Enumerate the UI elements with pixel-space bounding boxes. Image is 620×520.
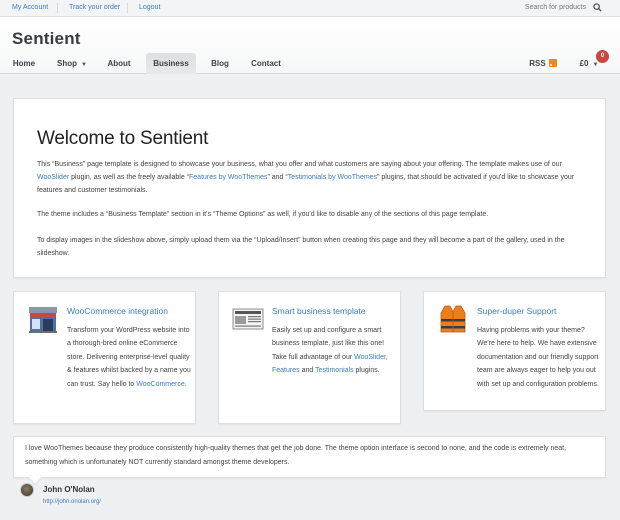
nav-home[interactable]: Home (6, 53, 42, 74)
storefront-icon (29, 307, 57, 333)
feature-card: Smart business template Easily set up an… (218, 291, 401, 424)
nav-label: About (107, 59, 131, 68)
product-search-input[interactable]: Search for products (525, 4, 586, 11)
feature-text: plugins. (353, 367, 380, 375)
page-title: Welcome to Sentient (37, 128, 209, 149)
avatar (20, 483, 34, 497)
nav-label: Home (12, 59, 36, 68)
welcome-panel: Welcome to Sentient This “Business” page… (13, 98, 606, 278)
top-utility-bar: My Account Track your order Logout Searc… (0, 0, 620, 17)
newspaper-icon (232, 308, 264, 330)
feature-description: Transform your WordPress website into a … (67, 324, 192, 391)
feature-card: Super-duper Support Having problems with… (423, 291, 606, 411)
author-url-link[interactable]: http://john.onolan.org/ (43, 499, 101, 505)
feature-title[interactable]: Super-duper Support (477, 306, 556, 316)
feature-title[interactable]: Smart business template (272, 306, 366, 316)
feature-description: Easily set up and configure a smart busi… (272, 324, 397, 378)
nav-shop[interactable]: Shop ▼ (48, 53, 96, 74)
features-by-woothemes-link[interactable]: Features by WooThemes (189, 174, 267, 181)
intro-text: ” and “ (267, 174, 288, 181)
feature-card: WooCommerce integration Transform your W… (13, 291, 196, 424)
testimonial-quote: I love WooThemes because they produce co… (25, 445, 567, 466)
logout-link[interactable]: Logout (139, 4, 160, 11)
nav-contact[interactable]: Contact (244, 53, 288, 74)
wooslider-link[interactable]: WooSlider (37, 174, 69, 181)
intro-paragraph: This “Business” page template is designe… (37, 158, 592, 197)
rss-icon (548, 59, 557, 67)
my-account-link[interactable]: My Account (12, 4, 48, 11)
wooslider-link[interactable]: WooSlider (354, 354, 386, 361)
site-header: Sentient Home Shop ▼ About Business Blog … (0, 17, 620, 74)
rss-label: RSS (529, 59, 546, 68)
testimonial-card: I love WooThemes because they produce co… (13, 436, 606, 486)
feature-text: Transform your WordPress website into a … (67, 327, 191, 388)
site-logo[interactable]: Sentient (12, 29, 81, 49)
testimonial-author: John O'Nolan (43, 485, 95, 494)
feature-text: . (184, 380, 187, 388)
theme-options-paragraph: The theme includes a “Business Template”… (37, 211, 489, 218)
cart-count-badge: 0 (596, 50, 609, 63)
woocommerce-link[interactable]: WooCommerce (136, 381, 185, 388)
divider (57, 3, 58, 13)
nav-business[interactable]: Business (146, 53, 196, 74)
chevron-down-icon: ▼ (592, 62, 599, 68)
feature-description: Having problems with your theme? We're h… (477, 327, 599, 388)
testimonials-by-woothemes-link[interactable]: Testimonials by WooThemes (288, 174, 377, 181)
divider (127, 3, 128, 13)
cart-total: £0 (579, 59, 589, 68)
feature-text: and (299, 367, 316, 375)
rss-link[interactable]: RSS (524, 53, 562, 74)
slideshow-paragraph: To display images in the slideshow above… (37, 237, 565, 257)
features-link[interactable]: Features (272, 367, 300, 374)
intro-text: This “Business” page template is designe… (37, 161, 562, 168)
nav-about[interactable]: About (98, 53, 140, 74)
nav-label: Shop (57, 59, 78, 68)
testimonials-link[interactable]: Testimonials (315, 367, 354, 374)
feature-title[interactable]: WooCommerce integration (67, 306, 168, 316)
intro-text: plugin, as well as the freely available … (69, 174, 190, 181)
search-icon[interactable] (593, 3, 602, 12)
nav-blog[interactable]: Blog (202, 53, 238, 74)
chevron-down-icon: ▼ (81, 62, 87, 68)
feature-text: , (385, 353, 388, 361)
nav-label: Blog (211, 59, 229, 68)
life-vest-icon (440, 305, 466, 333)
nav-label: Business (153, 59, 189, 68)
nav-label: Contact (251, 59, 281, 68)
track-order-link[interactable]: Track your order (69, 4, 120, 11)
